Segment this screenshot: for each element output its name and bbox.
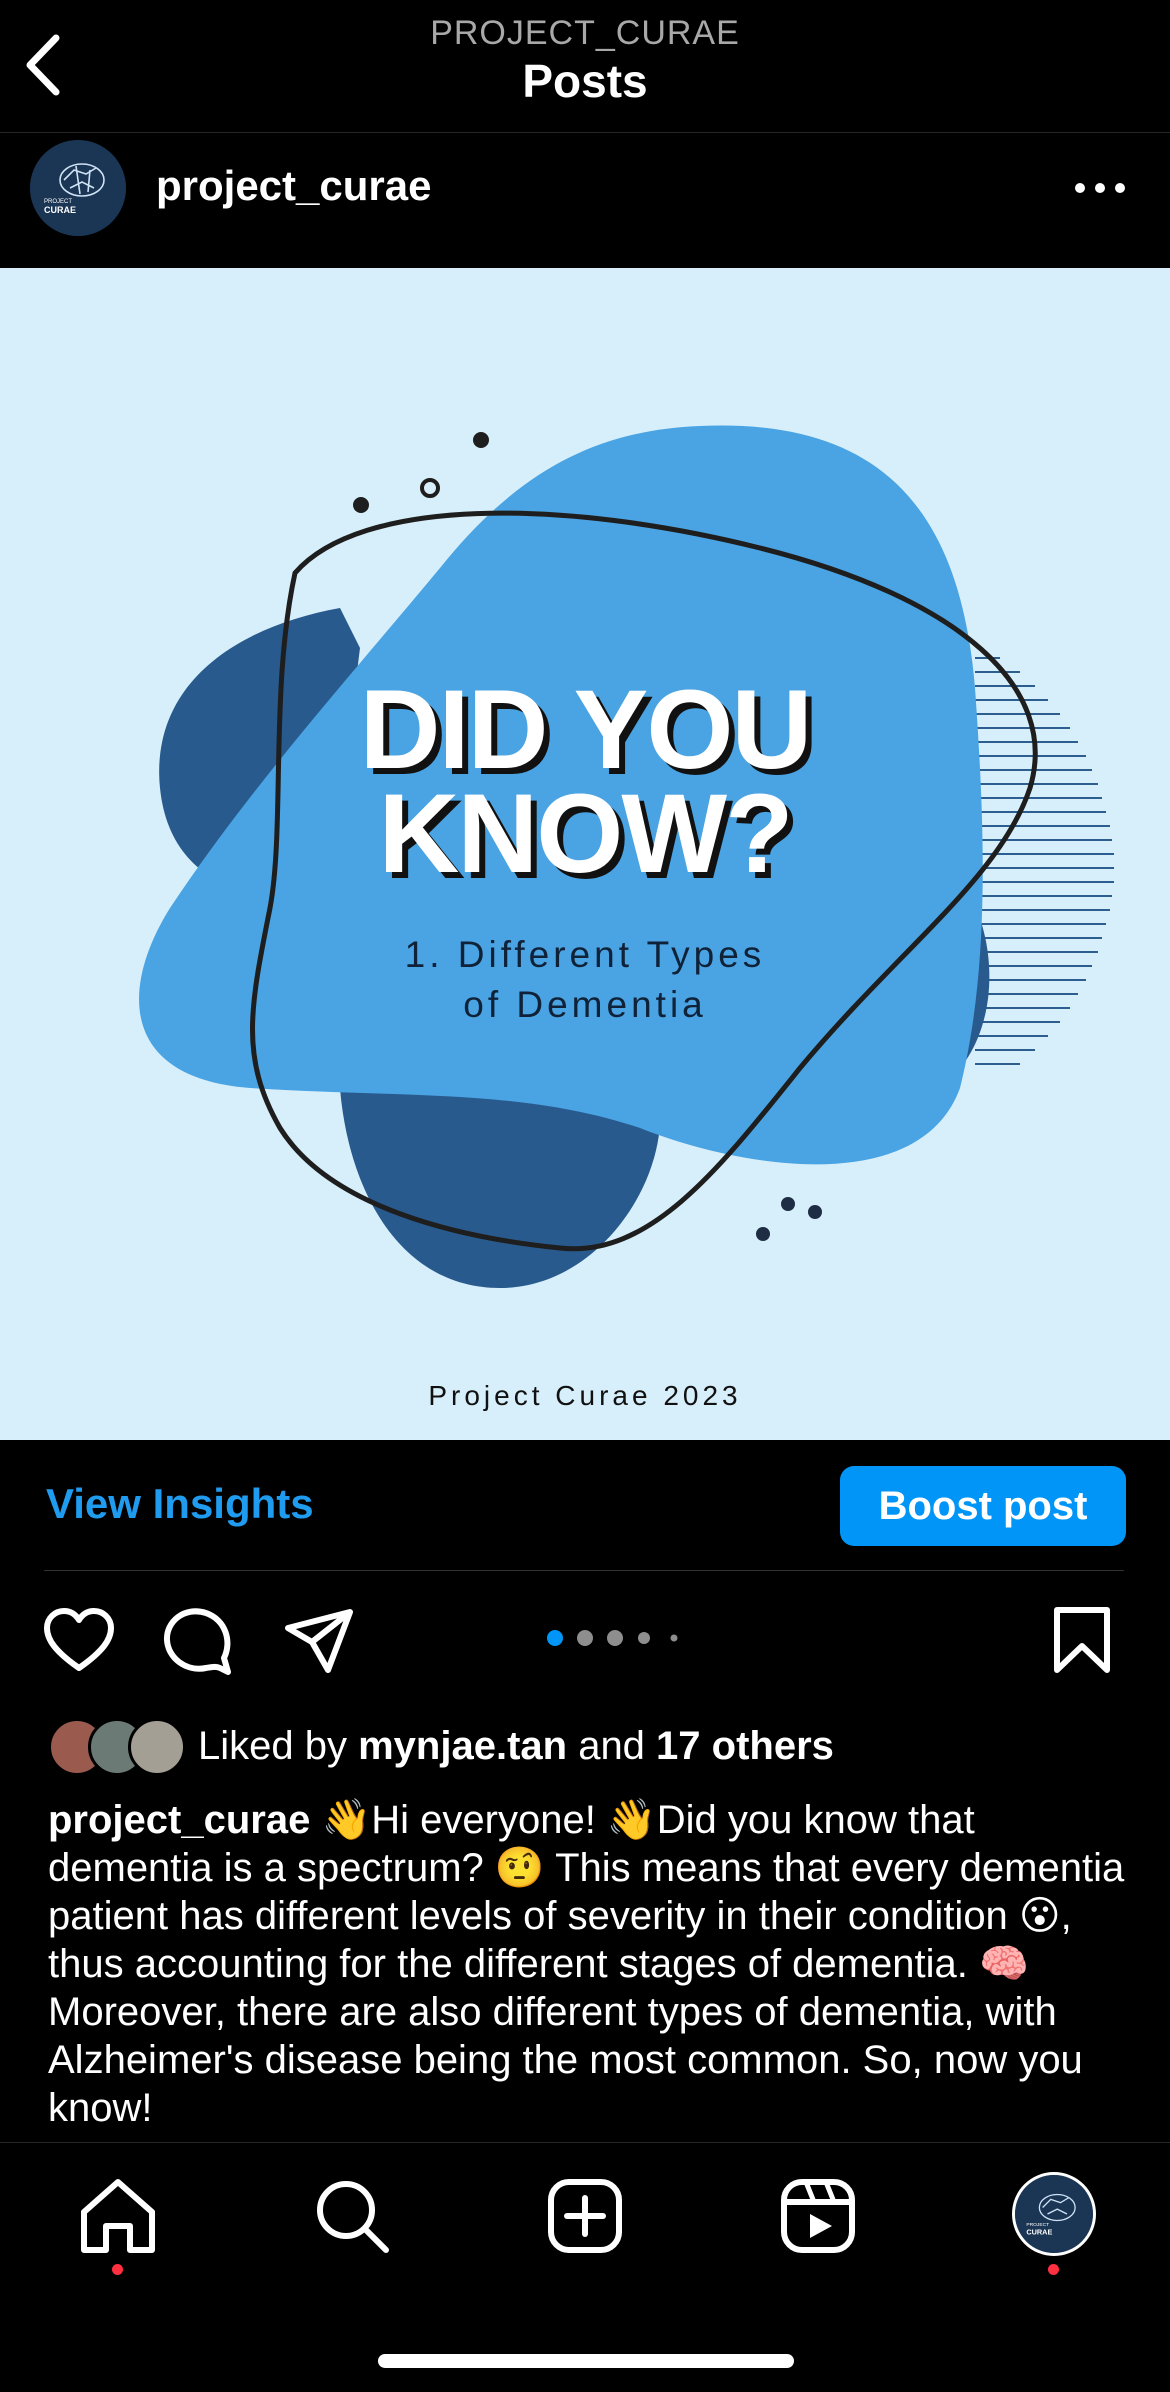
nav-search[interactable] [312,2176,392,2256]
avatar: PROJECT CURAE [1015,2175,1093,2253]
reels-icon [781,2179,855,2253]
comment-button[interactable] [162,1606,234,1681]
image-subtitle-line2: of Dementia [463,984,707,1025]
search-icon [317,2181,389,2253]
view-insights-link[interactable]: View Insights [46,1480,314,1528]
paper-plane-icon [285,1609,353,1673]
bookmark-icon [1054,1607,1110,1673]
post-username[interactable]: project_curae [156,162,431,210]
home-notification-dot [112,2264,123,2275]
boost-post-button[interactable]: Boost post [840,1466,1126,1546]
svg-text:CURAE: CURAE [44,205,76,215]
nav-profile[interactable]: PROJECT CURAE [1012,2172,1096,2256]
liked-by-text[interactable]: Liked by mynjae.tan and 17 others [198,1724,834,1769]
post-image[interactable]: DID YOU KNOW? 1. Different Types of Deme… [0,268,1170,1440]
nav-reels[interactable] [778,2176,858,2256]
heart-icon [44,1608,114,1671]
home-indicator [378,2354,794,2368]
nav-home[interactable] [78,2176,158,2256]
image-subtitle-line1: 1. Different Types [404,934,766,975]
image-headline-line2: KNOW? [378,771,793,896]
ellipsis-icon [1075,183,1125,193]
caption-username[interactable]: project_curae [48,1798,310,1842]
share-button[interactable] [284,1606,354,1681]
avatar[interactable]: PROJECT CURAE [30,140,126,236]
divider [44,1570,1124,1571]
home-icon [81,2179,155,2253]
image-footer: Project Curae 2023 [428,1380,742,1411]
likes-others[interactable]: 17 others [656,1724,834,1768]
account-name: PROJECT_CURAE [430,14,740,52]
nav-create[interactable] [545,2176,625,2256]
like-button[interactable] [42,1606,116,1681]
post-caption: project_curae 👋Hi everyone! 👋Did you kno… [48,1796,1138,2132]
avatar [128,1718,186,1776]
page-title: Posts [522,55,648,107]
carousel-indicator [547,1630,678,1646]
save-button[interactable] [1052,1606,1112,1681]
comment-icon [164,1608,231,1675]
svg-text:CURAE: CURAE [1026,2227,1052,2236]
profile-notification-dot [1048,2264,1059,2275]
plus-square-icon [548,2179,622,2253]
image-headline-line1: DID YOU [359,667,813,792]
more-options-button[interactable] [1070,170,1130,206]
liker-username[interactable]: mynjae.tan [358,1724,567,1768]
caption-text: 👋Hi everyone! 👋Did you know that dementi… [48,1798,1125,2130]
